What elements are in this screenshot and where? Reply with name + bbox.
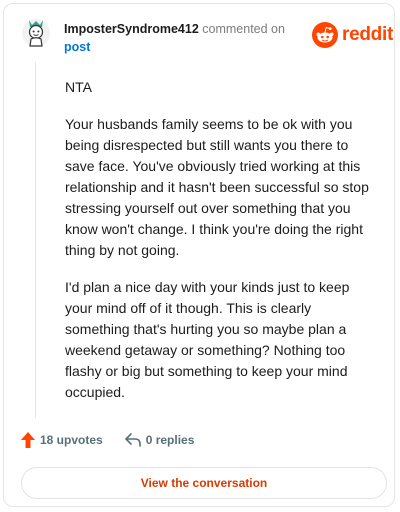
comment-paragraph: I'd plan a nice day with your kinds just… xyxy=(65,279,350,400)
comment-paragraph: Your husbands family seems to be ok with… xyxy=(65,116,369,258)
reddit-logo-icon xyxy=(312,22,338,48)
post-link[interactable]: post xyxy=(64,40,90,54)
commented-on-text: commented on xyxy=(202,22,285,36)
reply-arrow-icon xyxy=(124,433,141,447)
reddit-brand[interactable]: reddit xyxy=(312,22,393,48)
upvote-arrow-icon xyxy=(21,432,35,448)
thread-line xyxy=(35,62,36,418)
upvote-button[interactable]: 18 upvotes xyxy=(21,432,103,448)
comment-body: NTA Your husbands family seems to be ok … xyxy=(65,77,379,419)
reddit-wordmark: reddit xyxy=(342,24,393,45)
view-conversation-button[interactable]: View the conversation xyxy=(21,467,387,499)
comment-card: ImposterSyndrome412 commented on post re… xyxy=(3,3,395,507)
comment-header: ImposterSyndrome412 commented on post xyxy=(64,20,304,56)
reply-button[interactable]: 0 replies xyxy=(124,433,195,447)
username[interactable]: ImposterSyndrome412 xyxy=(64,22,199,36)
avatar[interactable] xyxy=(20,16,52,48)
comment-actions: 18 upvotes 0 replies xyxy=(21,432,216,448)
reply-count: 0 replies xyxy=(145,433,195,447)
upvote-count: 18 upvotes xyxy=(40,433,103,447)
user-avatar-icon xyxy=(22,19,50,47)
comment-paragraph: NTA xyxy=(65,79,92,95)
